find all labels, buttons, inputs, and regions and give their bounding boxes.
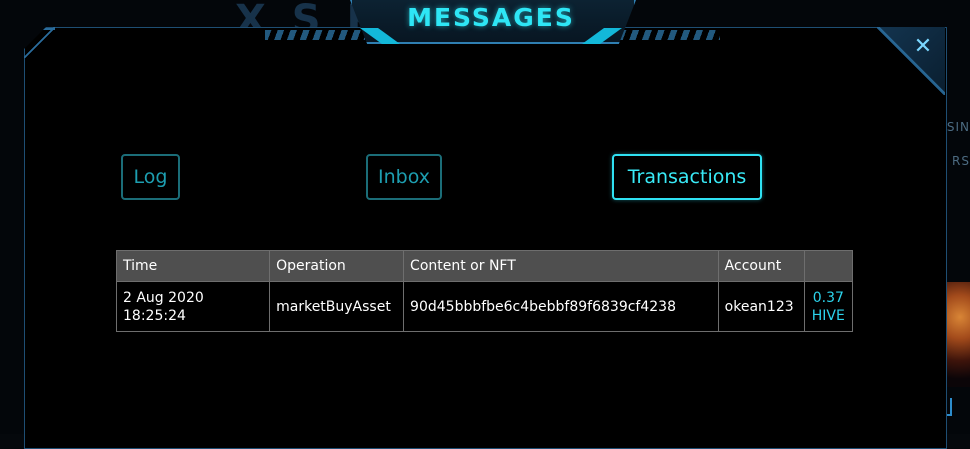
- transactions-table: Time Operation Content or NFT Account 2 …: [115, 250, 854, 332]
- cell-amount: 0.37 HIVE: [803, 281, 854, 332]
- background-side-text: SIN: [946, 120, 970, 134]
- cell-time-clock: 18:25:24: [123, 307, 186, 324]
- cell-amount-unit: HIVE: [811, 307, 845, 324]
- close-icon: ✕: [913, 34, 933, 59]
- dialog-title: MESSAGES: [407, 3, 575, 32]
- column-header-operation: Operation: [269, 250, 405, 282]
- cell-operation: marketBuyAsset: [269, 281, 405, 332]
- column-header-amount: [803, 250, 854, 282]
- tab-inbox[interactable]: Inbox: [366, 154, 442, 200]
- dialog-corner-decoration: [24, 27, 55, 58]
- tab-log[interactable]: Log: [121, 154, 180, 200]
- table-header-row: Time Operation Content or NFT Account: [115, 250, 854, 282]
- tab-transactions[interactable]: Transactions: [612, 154, 762, 200]
- column-header-time: Time: [115, 250, 271, 282]
- messages-dialog: [24, 27, 947, 449]
- table-row: 2 Aug 2020 18:25:24 marketBuyAsset 90d45…: [115, 281, 854, 332]
- cell-content: 90d45bbbfbe6c4bebbf89f6839cf4238: [403, 281, 719, 332]
- cell-time: 2 Aug 2020 18:25:24: [115, 281, 271, 332]
- column-header-account: Account: [717, 250, 805, 282]
- cell-account: okean123: [717, 281, 805, 332]
- column-header-content: Content or NFT: [403, 250, 719, 282]
- background-side-text: RS: [952, 154, 970, 168]
- header-stripes-right: [620, 30, 720, 40]
- cell-amount-value: 0.37: [812, 289, 844, 306]
- close-button[interactable]: ✕: [906, 32, 940, 62]
- cell-time-date: 2 Aug 2020: [123, 289, 204, 306]
